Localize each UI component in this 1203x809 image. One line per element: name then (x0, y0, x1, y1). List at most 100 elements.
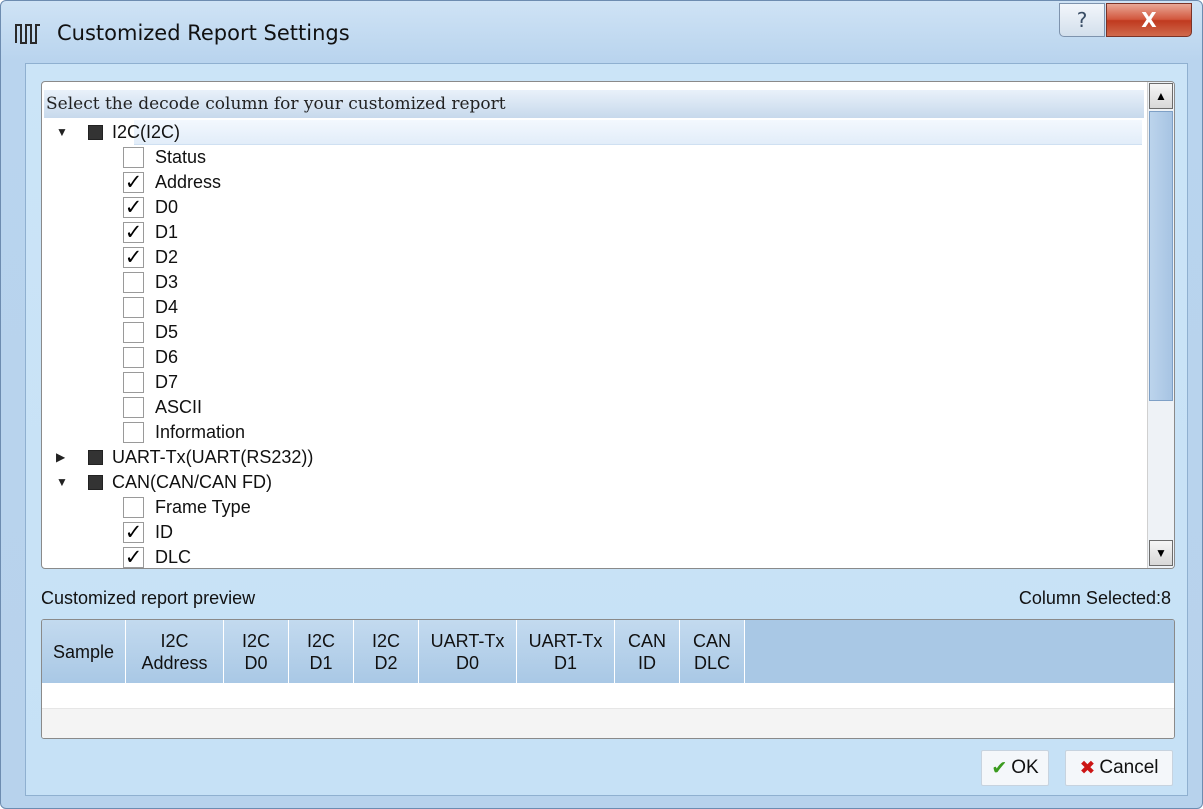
help-icon: ? (1076, 8, 1088, 32)
preview-label: Customized report preview (41, 588, 256, 608)
column-selected-count: Column Selected:8 (1018, 588, 1171, 608)
item-checkbox[interactable] (123, 372, 144, 393)
column-header-line2: D0 (455, 652, 479, 673)
expand-down-icon[interactable]: ▼ (56, 470, 68, 495)
column-header-line1: I2C (306, 630, 335, 651)
group-label: CAN(CAN/CAN FD) (112, 472, 272, 492)
item-checkbox[interactable] (123, 322, 144, 343)
group-checkbox[interactable] (88, 475, 103, 490)
preview-column-header: I2C D1 (289, 620, 354, 683)
item-checkbox[interactable]: ✓ (123, 247, 144, 268)
item-checkbox[interactable]: ✓ (123, 547, 144, 568)
cancel-button[interactable]: ✖ Cancel (1065, 750, 1173, 786)
item-label: ID (155, 522, 173, 542)
scroll-up-icon: ▲ (1155, 89, 1167, 103)
tree-item-row[interactable]: Status (42, 145, 1146, 170)
preview-column-header: I2C D0 (224, 620, 289, 683)
preview-column-header: UART-Tx D0 (419, 620, 517, 683)
item-label: D7 (155, 372, 179, 392)
tree-item-row[interactable]: Information (42, 420, 1146, 445)
item-checkbox[interactable] (123, 297, 144, 318)
ok-button[interactable]: ✔ OK (981, 750, 1049, 786)
item-label: D4 (155, 297, 179, 317)
tree-group-row[interactable]: ▼ CAN(CAN/CAN FD) (42, 470, 1146, 495)
item-label: D1 (155, 222, 179, 242)
item-label: Address (155, 172, 222, 192)
tree-item-row[interactable]: ✓ ID (42, 520, 1146, 545)
column-header-line2: D2 (374, 652, 398, 673)
column-header-line2: D1 (553, 652, 577, 673)
column-header-line1: I2C (371, 630, 400, 651)
column-header-line2: ID (638, 652, 656, 673)
preview-column-header: Sample (42, 620, 126, 683)
report-preview-table: Sample I2C Address I2C D0 I2C D1 I2C D2 UART-Tx D0… (41, 619, 1175, 739)
item-checkbox[interactable] (123, 397, 144, 418)
column-header-line2: Address (141, 652, 208, 673)
item-label: Frame Type (155, 497, 251, 517)
preview-header-fill (745, 620, 1174, 683)
preview-column-header: CAN ID (615, 620, 680, 683)
tree-item-row[interactable]: ✓ Address (42, 170, 1146, 195)
tree-item-row[interactable]: ✓ D2 (42, 245, 1146, 270)
tree-item-row[interactable]: ✓ DLC (42, 545, 1146, 568)
tree-item-row[interactable]: D3 (42, 270, 1146, 295)
close-button[interactable]: X (1106, 3, 1192, 37)
tree-scrollbar[interactable]: ▲ ▼ (1147, 82, 1174, 568)
preview-column-header: CAN DLC (680, 620, 745, 683)
scroll-down-icon: ▼ (1155, 546, 1167, 560)
scroll-up-button[interactable]: ▲ (1149, 83, 1173, 109)
preview-column-header: I2C Address (126, 620, 224, 683)
tree-item-row[interactable]: ✓ D1 (42, 220, 1146, 245)
tree-item-row[interactable]: D5 (42, 320, 1146, 345)
item-checkbox[interactable]: ✓ (123, 522, 144, 543)
column-header-line1: CAN (692, 630, 731, 651)
decode-column-tree: Select the decode column for your custom… (41, 81, 1175, 569)
item-checkbox[interactable] (123, 422, 144, 443)
item-label: D6 (155, 347, 179, 367)
group-label: I2C(I2C) (112, 122, 181, 142)
column-header-line1: Sample (52, 641, 115, 662)
tree-item-row[interactable]: ASCII (42, 395, 1146, 420)
item-checkbox[interactable] (123, 147, 144, 168)
selection-highlight (134, 120, 1142, 145)
tree-group-row[interactable]: ▶ UART-Tx(UART(RS232)) (42, 445, 1146, 470)
dialog-client-area: Select the decode column for your custom… (25, 63, 1188, 796)
tree-item-row[interactable]: ✓ D0 (42, 195, 1146, 220)
column-header-line1: I2C (160, 630, 189, 651)
group-checkbox[interactable] (88, 450, 103, 465)
item-checkbox[interactable] (123, 347, 144, 368)
item-label: D0 (155, 197, 179, 217)
tree-body: ▼ I2C(I2C) Status ✓ Address ✓ D0 ✓ D1 ✓ D2 D3 D4 D5 D6… (42, 120, 1146, 568)
scroll-down-button[interactable]: ▼ (1149, 540, 1173, 566)
column-header-line1: CAN (627, 630, 666, 651)
item-label: D2 (155, 247, 179, 267)
dialog-window: Customized Report Settings ? X Select th… (0, 0, 1203, 809)
tree-item-row[interactable]: Frame Type (42, 495, 1146, 520)
tree-header: Select the decode column for your custom… (44, 90, 1144, 118)
item-label: Status (155, 147, 207, 167)
item-checkbox[interactable]: ✓ (123, 197, 144, 218)
tree-item-row[interactable]: D4 (42, 295, 1146, 320)
scroll-thumb[interactable] (1149, 111, 1173, 401)
item-checkbox[interactable]: ✓ (123, 172, 144, 193)
item-label: Information (155, 422, 246, 442)
item-checkbox[interactable] (123, 272, 144, 293)
checkmark-icon: ✔ (991, 757, 1008, 779)
help-button[interactable]: ? (1059, 3, 1105, 37)
x-icon: ✖ (1079, 757, 1096, 779)
cancel-label: Cancel (1099, 757, 1159, 778)
group-checkbox[interactable] (88, 125, 103, 140)
tree-group-row[interactable]: ▼ I2C(I2C) (42, 120, 1146, 145)
tree-item-row[interactable]: D7 (42, 370, 1146, 395)
expand-down-icon[interactable]: ▼ (56, 120, 68, 145)
expand-right-icon[interactable]: ▶ (56, 445, 68, 470)
close-icon: X (1141, 8, 1157, 32)
window-title: Customized Report Settings (57, 21, 350, 45)
tree-item-row[interactable]: D6 (42, 345, 1146, 370)
column-header-line2: DLC (693, 652, 730, 673)
column-header-line1: UART-Tx (528, 630, 603, 651)
item-checkbox[interactable]: ✓ (123, 222, 144, 243)
item-checkbox[interactable] (123, 497, 144, 518)
column-header-line2: D0 (244, 652, 268, 673)
item-label: DLC (155, 547, 192, 567)
